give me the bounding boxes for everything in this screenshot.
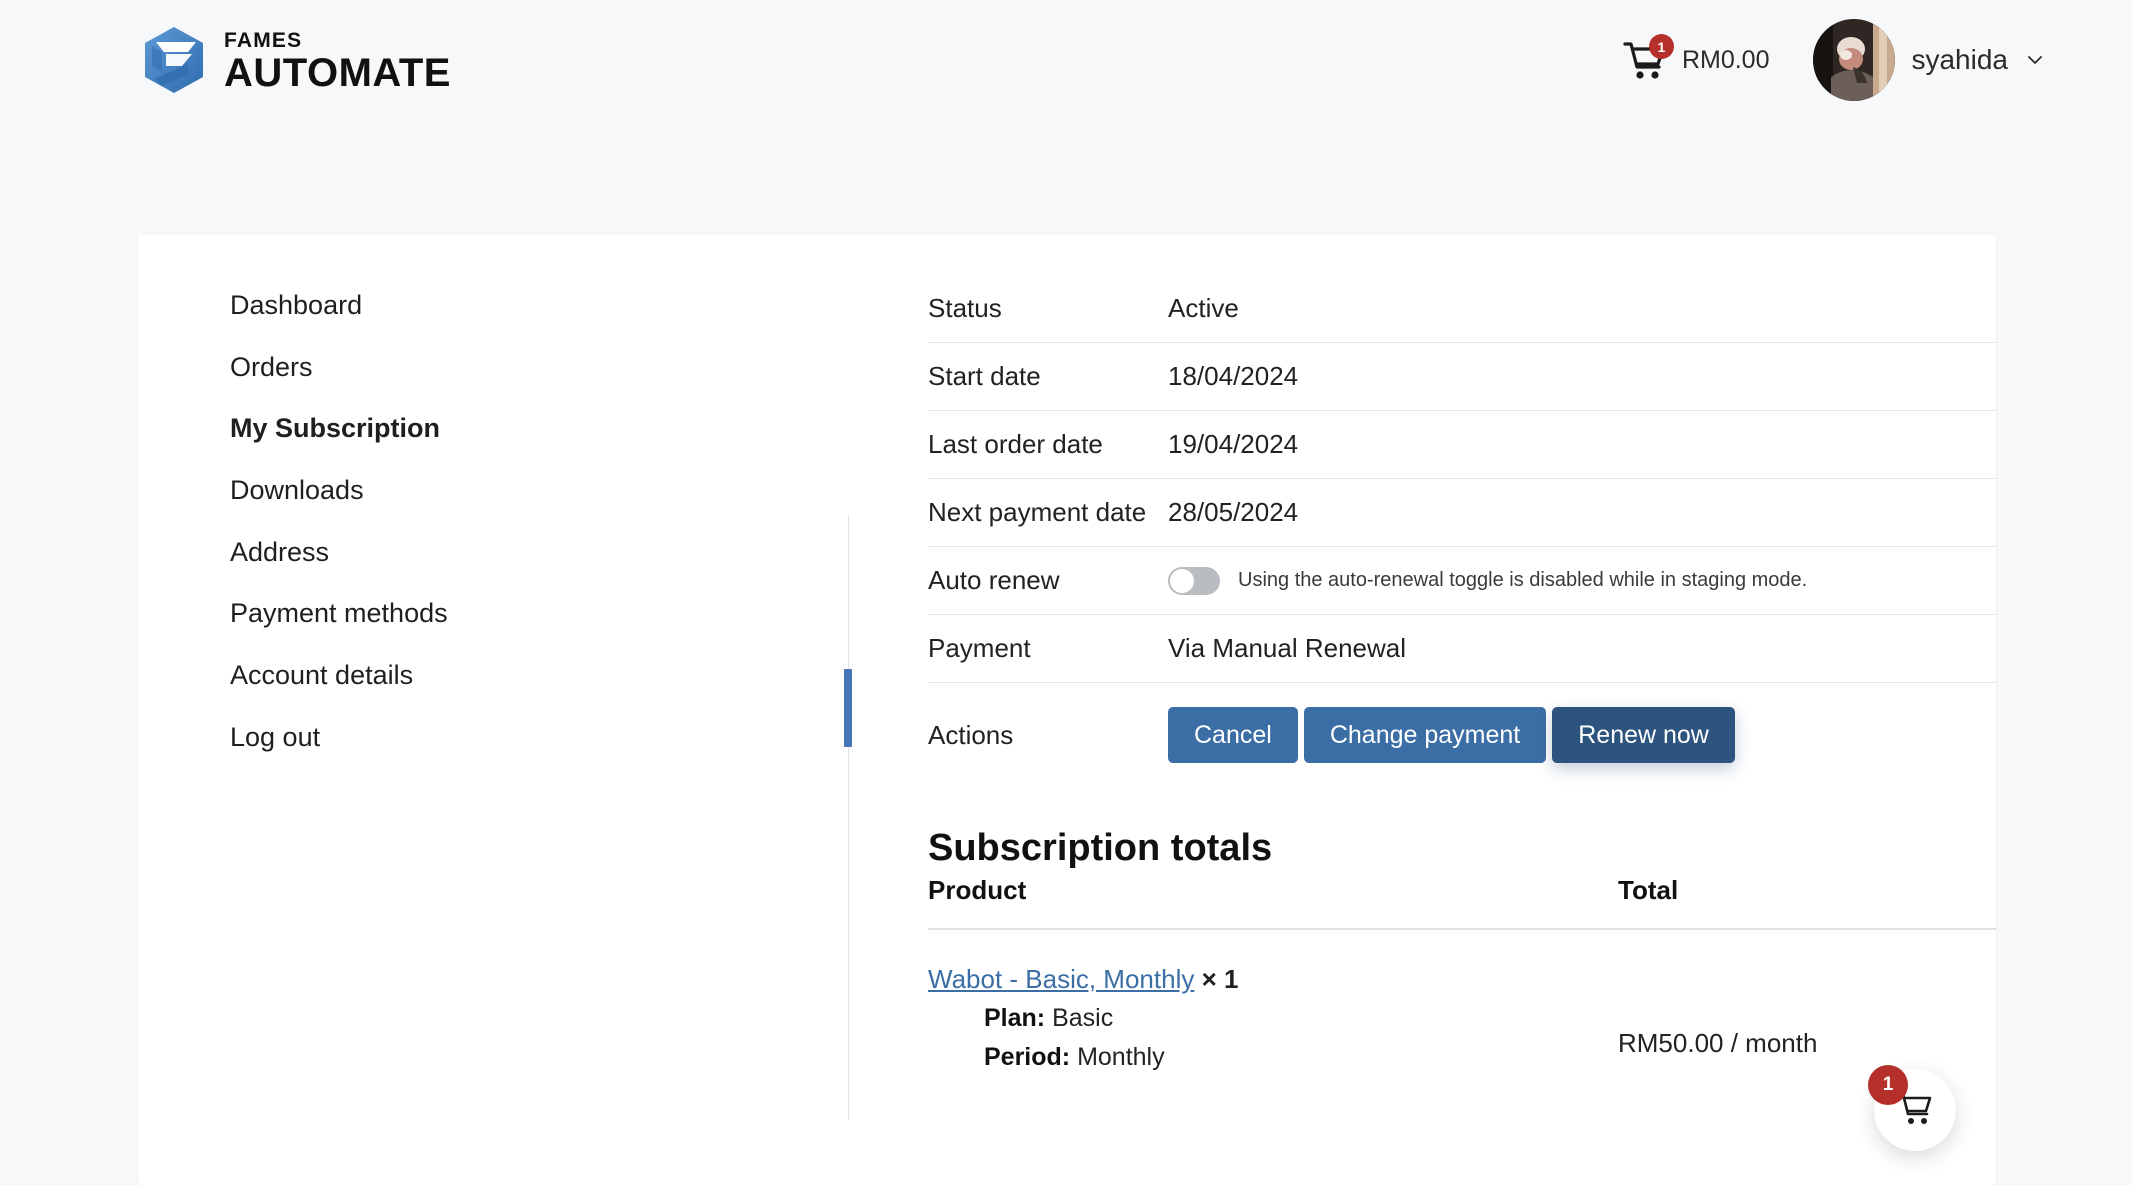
auto-renew-note: Using the auto-renewal toggle is disable… [1238,569,1808,591]
sidebar-item-dashboard[interactable]: Dashboard [230,275,790,337]
sidebar-divider [848,515,849,1120]
totals-header-row: Product Total [928,875,1996,930]
period-label: Period: [984,1042,1071,1071]
subscription-totals-heading: Subscription totals [928,826,1273,869]
detail-label: Next payment date [928,497,1147,527]
account-card: Dashboard Orders My Subscription Downloa… [138,235,1996,1185]
detail-row-payment: Payment Via Manual Renewal [928,615,1996,683]
floating-cart-badge: 1 [1868,1065,1908,1105]
product-qty: 1 [1224,964,1239,994]
status-value: Active [1168,293,1239,323]
product-plan-line: Plan: Basic [984,999,1618,1038]
cart-badge-count: 1 [1648,34,1674,59]
detail-row-start-date: Start date 18/04/2024 [928,343,1996,411]
detail-label: Start date [928,361,1041,391]
fames-hexagon-logo-icon [138,24,210,96]
detail-label: Last order date [928,429,1103,459]
table-row: Wabot - Basic, Monthly × 1 Plan: Basic P… [928,930,1996,1077]
header-right-group: 1 RM0.00 syahida [1622,19,2044,101]
payment-method-value: Via Manual Renewal [1168,633,1406,663]
sidebar-item-downloads[interactable]: Downloads [230,460,790,522]
detail-label: Auto renew [928,565,1060,595]
user-name: syahida [1911,44,2008,75]
sidebar-item-my-subscription[interactable]: My Subscription [230,398,790,460]
auto-renew-toggle[interactable] [1168,566,1220,595]
next-payment-date-value: 28/05/2024 [1168,497,1299,527]
user-avatar [1813,19,1896,101]
renew-now-button[interactable]: Renew now [1552,707,1735,763]
detail-row-auto-renew: Auto renew Using the auto-renewal toggle… [928,547,1996,615]
brand-top-word: FAMES [224,28,303,52]
sidebar-item-orders[interactable]: Orders [230,337,790,399]
brand-logo[interactable]: FAMES AUTOMATE [138,24,451,96]
sidebar-item-account-details[interactable]: Account details [230,645,790,707]
subscription-details-table: Status Active Start date 18/04/2024 Last… [928,275,1996,787]
cart-amount: RM0.00 [1681,45,1770,74]
last-order-date-value: 19/04/2024 [1168,429,1299,459]
product-cell: Wabot - Basic, Monthly × 1 Plan: Basic P… [928,960,1618,1077]
detail-row-last-order-date: Last order date 19/04/2024 [928,411,1996,479]
sidebar-item-address[interactable]: Address [230,522,790,584]
product-total-cell: RM50.00 / month [1618,1028,1818,1058]
change-payment-button[interactable]: Change payment [1303,707,1547,763]
brand-bottom-word: AUTOMATE [224,50,451,95]
chevron-down-icon [2026,51,2044,69]
toggle-knob [1170,568,1194,593]
site-header: FAMES AUTOMATE 1 RM0.00 syahida [0,0,2132,120]
user-menu[interactable]: syahida [1813,19,2044,101]
column-header-product: Product [928,875,1027,905]
header-cart[interactable]: 1 RM0.00 [1622,34,1770,83]
product-period-line: Period: Monthly [984,1038,1618,1077]
plan-label: Plan: [984,1004,1046,1032]
account-sidebar-nav: Dashboard Orders My Subscription Downloa… [230,275,790,769]
cancel-button[interactable]: Cancel [1168,707,1298,763]
product-link[interactable]: Wabot - Basic, Monthly [928,964,1194,994]
sidebar-item-payment-methods[interactable]: Payment methods [230,583,790,645]
product-qty-separator: × [1201,964,1217,994]
detail-label: Payment [928,633,1031,663]
plan-value: Basic [1052,1004,1114,1032]
product-title-line: Wabot - Basic, Monthly × 1 [928,960,1618,999]
detail-label: Actions [928,719,1014,750]
sidebar-item-log-out[interactable]: Log out [230,707,790,769]
action-buttons: Cancel Change payment Renew now [1168,707,1735,763]
detail-row-actions: Actions Cancel Change payment Renew now [928,683,1996,787]
detail-row-next-payment-date: Next payment date 28/05/2024 [928,479,1996,547]
detail-row-status: Status Active [928,275,1996,343]
sidebar-active-indicator [844,669,852,747]
period-value: Monthly [1077,1042,1165,1071]
shopping-cart-icon: 1 [1622,34,1674,83]
floating-cart-button[interactable]: 1 [1868,1065,1956,1151]
start-date-value: 18/04/2024 [1168,361,1299,391]
column-header-total: Total [1618,875,1679,905]
subscription-totals-table: Product Total Wabot - Basic, Monthly × 1… [928,875,1996,1077]
detail-label: Status [928,293,1002,323]
